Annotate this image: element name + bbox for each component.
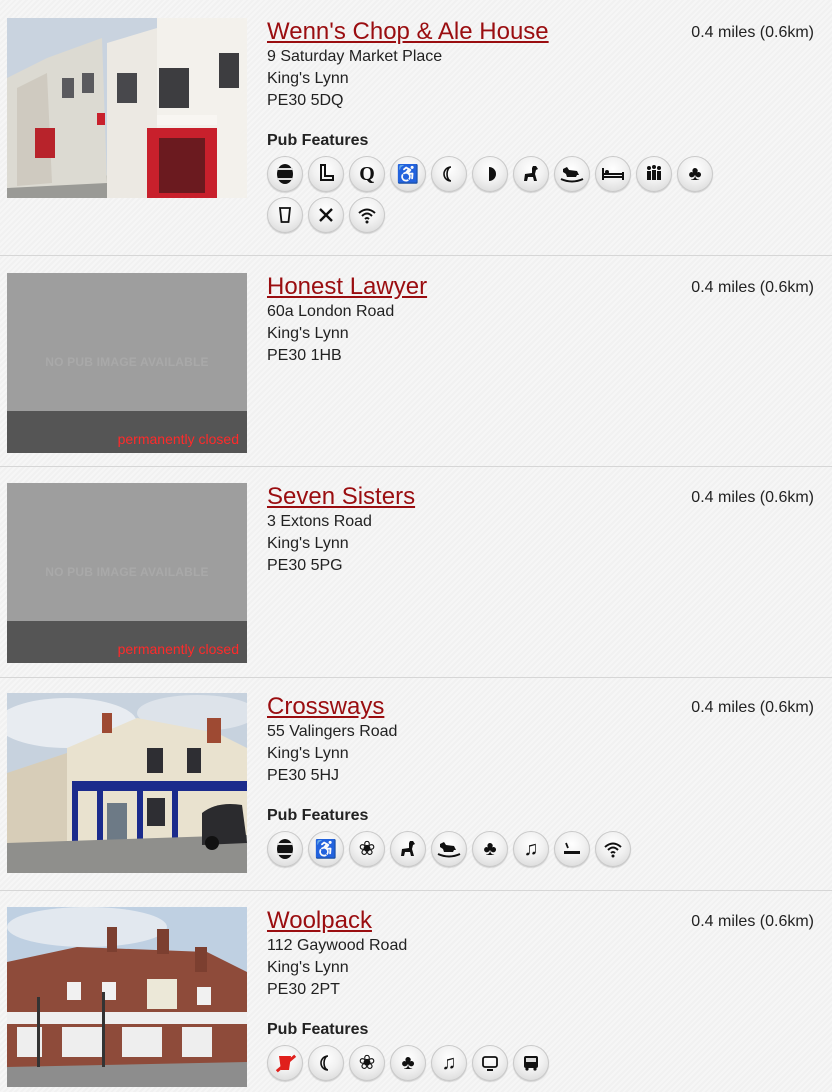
pub-distance: 0.4 miles (0.6km): [691, 913, 814, 930]
function-room-icon[interactable]: [636, 156, 672, 192]
pub-distance: 0.4 miles (0.6km): [691, 279, 814, 296]
screen-icon[interactable]: [472, 1045, 508, 1081]
pub-name-link[interactable]: Seven Sisters: [267, 483, 415, 511]
address-town: King's Lynn: [267, 535, 349, 552]
pub-features-heading: Pub Features: [267, 132, 369, 149]
pub-photo[interactable]: [7, 18, 247, 198]
pint-glass-icon[interactable]: [267, 197, 303, 233]
address-line: 55 Valingers Road: [267, 723, 398, 740]
pub-features-icons: ❀ ♣ ♫: [267, 1045, 727, 1081]
status-banner: permanently closed: [7, 411, 247, 453]
address-town: King's Lynn: [267, 325, 349, 342]
address-postcode: PE30 5PG: [267, 557, 343, 574]
address-postcode: PE30 5DQ: [267, 92, 344, 109]
wheelchair-icon[interactable]: ♿: [390, 156, 426, 192]
pub-info: Wenn's Chop & Ale House 0.4 miles (0.6km…: [247, 18, 832, 233]
address-town: King's Lynn: [267, 959, 349, 976]
flower-icon[interactable]: ❀: [349, 1045, 385, 1081]
music-icon[interactable]: ♫: [431, 1045, 467, 1081]
address-town: King's Lynn: [267, 745, 349, 762]
pub-name-link[interactable]: Woolpack: [267, 907, 372, 935]
rocking-horse-icon[interactable]: [554, 156, 590, 192]
no-image-label: NO PUB IMAGE AVAILABLE: [45, 565, 209, 579]
wifi-icon[interactable]: [595, 831, 631, 867]
pub-listing: NO PUB IMAGE AVAILABLE permanently close…: [0, 466, 832, 677]
address-line: 60a London Road: [267, 303, 395, 320]
pub-info: Woolpack 0.4 miles (0.6km) 112 Gaywood R…: [247, 907, 832, 1081]
pub-name-link[interactable]: Crossways: [267, 693, 384, 721]
pub-name-link[interactable]: Honest Lawyer: [267, 273, 427, 301]
smoking-icon[interactable]: [554, 831, 590, 867]
pub-info: Honest Lawyer 0.4 miles (0.6km) 60a Lond…: [247, 273, 832, 367]
pub-info: Crossways 0.4 miles (0.6km) 55 Valingers…: [247, 693, 832, 867]
wifi-icon[interactable]: [349, 197, 385, 233]
club-icon[interactable]: ♣: [677, 156, 713, 192]
dog-icon[interactable]: [513, 156, 549, 192]
pub-listing: NO PUB IMAGE AVAILABLE permanently close…: [0, 255, 832, 466]
bus-icon[interactable]: [513, 1045, 549, 1081]
cask-ale-icon[interactable]: [267, 156, 303, 192]
pub-list: Wenn's Chop & Ale House 0.4 miles (0.6km…: [0, 0, 832, 1092]
club-icon[interactable]: ♣: [390, 1045, 426, 1081]
half-moon-icon[interactable]: [472, 156, 508, 192]
address-postcode: PE30 5HJ: [267, 767, 340, 784]
pub-features-icons: Q ♿ ♣: [267, 156, 727, 233]
address-line: 112 Gaywood Road: [267, 937, 408, 954]
pub-distance: 0.4 miles (0.6km): [691, 489, 814, 506]
pub-info: Seven Sisters 0.4 miles (0.6km) 3 Extons…: [247, 483, 832, 577]
address-line: 3 Extons Road: [267, 513, 372, 530]
pub-distance: 0.4 miles (0.6km): [691, 24, 814, 41]
address-postcode: PE30 1HB: [267, 347, 342, 364]
cask-ale-icon[interactable]: [267, 831, 303, 867]
pub-features-icons: ♿ ❀ ♣ ♫: [267, 831, 727, 867]
address-postcode: PE30 2PT: [267, 981, 340, 998]
closed-status-label: permanently closed: [117, 641, 239, 657]
boot-icon[interactable]: [308, 156, 344, 192]
pub-listing: Woolpack 0.4 miles (0.6km) 112 Gaywood R…: [0, 890, 832, 1092]
status-banner: permanently closed: [7, 621, 247, 663]
rocking-horse-icon[interactable]: [431, 831, 467, 867]
pub-name-link[interactable]: Wenn's Chop & Ale House: [267, 18, 549, 46]
dog-icon[interactable]: [390, 831, 426, 867]
bed-icon[interactable]: [595, 156, 631, 192]
pub-features-heading: Pub Features: [267, 1021, 369, 1038]
quiz-icon[interactable]: Q: [349, 156, 385, 192]
pub-distance: 0.4 miles (0.6km): [691, 699, 814, 716]
pub-photo[interactable]: [7, 693, 247, 873]
quarter-moon-icon[interactable]: [431, 156, 467, 192]
address-town: King's Lynn: [267, 70, 349, 87]
quarter-moon-icon[interactable]: [308, 1045, 344, 1081]
pub-listing: Wenn's Chop & Ale House 0.4 miles (0.6km…: [0, 0, 832, 255]
wheelchair-icon[interactable]: ♿: [308, 831, 344, 867]
club-icon[interactable]: ♣: [472, 831, 508, 867]
pub-photo[interactable]: [7, 907, 247, 1087]
no-image-label: NO PUB IMAGE AVAILABLE: [45, 355, 209, 369]
music-icon[interactable]: ♫: [513, 831, 549, 867]
closed-status-label: permanently closed: [117, 431, 239, 447]
pub-listing: Crossways 0.4 miles (0.6km) 55 Valingers…: [0, 677, 832, 890]
pub-photo-placeholder[interactable]: NO PUB IMAGE AVAILABLE permanently close…: [7, 273, 247, 453]
pub-photo-placeholder[interactable]: NO PUB IMAGE AVAILABLE permanently close…: [7, 483, 247, 663]
flower-icon[interactable]: ❀: [349, 831, 385, 867]
cutlery-icon[interactable]: [308, 197, 344, 233]
pub-features-heading: Pub Features: [267, 807, 369, 824]
no-real-ale-icon[interactable]: [267, 1045, 303, 1081]
address-line: 9 Saturday Market Place: [267, 48, 443, 65]
